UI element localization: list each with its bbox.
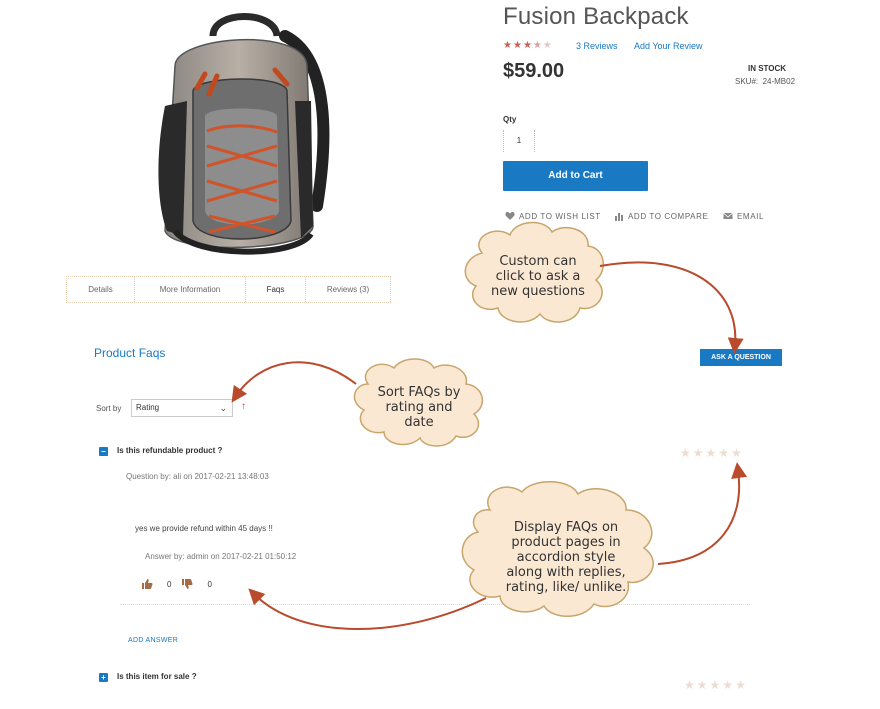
thumbs-up-icon[interactable] bbox=[141, 578, 153, 590]
callout-line: Display FAQs on bbox=[513, 520, 619, 535]
callout-line: Custom can bbox=[499, 254, 577, 269]
arrow-to-rating-stars bbox=[657, 462, 748, 565]
callout-line: along with replies, bbox=[506, 565, 626, 580]
product-rating-stars: ★ ★ ★ ★ ★ bbox=[503, 41, 552, 51]
reviews-link[interactable]: 3 Reviews bbox=[576, 41, 618, 51]
thumbs-down-icon[interactable] bbox=[181, 578, 193, 590]
callout-line: click to ask a bbox=[495, 269, 581, 284]
product-tabs: Details More Information Faqs Reviews (3… bbox=[66, 276, 391, 303]
star-icon[interactable]: ★ bbox=[693, 447, 704, 459]
callout-sort-text: Sort FAQs by rating and date bbox=[364, 385, 474, 430]
email-label: EMAIL bbox=[737, 211, 765, 221]
star-icon[interactable]: ★ bbox=[731, 447, 742, 459]
add-to-compare-link[interactable]: ADD TO COMPARE bbox=[614, 211, 708, 221]
product-sku: SKU#: 24-MB02 bbox=[735, 77, 795, 86]
callout-ask-text: Custom can click to ask a new questions bbox=[482, 254, 594, 299]
faq-question[interactable]: Is this refundable product ? bbox=[117, 446, 222, 455]
faq-question[interactable]: Is this item for sale ? bbox=[117, 672, 197, 681]
product-price: $59.00 bbox=[503, 60, 565, 82]
arrow-to-sort-select bbox=[231, 361, 357, 403]
star-icon: ★ bbox=[512, 40, 522, 51]
wishlist-label: ADD TO WISH LIST bbox=[519, 211, 601, 221]
star-icon: ★ bbox=[542, 40, 552, 51]
faq-collapse-toggle[interactable]: − bbox=[99, 447, 108, 456]
ask-question-button[interactable]: ASK A QUESTION bbox=[700, 349, 782, 366]
callout-line: rating, like/ unlike. bbox=[505, 580, 627, 595]
bar-chart-icon bbox=[615, 213, 623, 221]
sort-label: Sort by bbox=[96, 404, 122, 413]
arrow-to-ask-button bbox=[599, 261, 744, 354]
sort-select[interactable]: Rating ⌄ bbox=[131, 399, 233, 417]
faq-divider bbox=[120, 604, 750, 605]
question-meta: Question by: ali on 2017-02-21 13:48:03 bbox=[126, 472, 269, 481]
chevron-down-icon: ⌄ bbox=[219, 403, 227, 413]
star-icon[interactable]: ★ bbox=[684, 679, 695, 691]
star-icon[interactable]: ★ bbox=[697, 679, 708, 691]
star-icon[interactable]: ★ bbox=[722, 679, 733, 691]
sort-select-value: Rating bbox=[136, 403, 160, 412]
arrow-to-like-row bbox=[248, 588, 487, 630]
callout-line: new questions bbox=[491, 284, 585, 299]
add-answer-link[interactable]: ADD ANSWER bbox=[128, 637, 178, 644]
star-icon[interactable]: ★ bbox=[735, 679, 746, 691]
heart-icon bbox=[505, 211, 515, 220]
product-title: Fusion Backpack bbox=[503, 3, 689, 30]
star-icon: ★ bbox=[532, 40, 542, 51]
stock-status: IN STOCK bbox=[748, 64, 787, 73]
star-icon[interactable]: ★ bbox=[706, 447, 717, 459]
email-link[interactable]: EMAIL bbox=[723, 211, 764, 221]
callout-line: Sort FAQs by bbox=[377, 385, 461, 400]
add-to-wishlist-link[interactable]: ADD TO WISH LIST bbox=[505, 211, 601, 221]
callout-line: accordion style bbox=[516, 550, 616, 565]
faq-rating-stars[interactable]: ★ ★ ★ ★ ★ bbox=[684, 679, 746, 691]
star-icon[interactable]: ★ bbox=[710, 679, 721, 691]
like-dislike-row: 0 0 bbox=[141, 578, 212, 590]
arrow-up-icon[interactable]: ↑ bbox=[241, 401, 246, 412]
add-review-link[interactable]: Add Your Review bbox=[634, 41, 703, 51]
star-icon[interactable]: ★ bbox=[718, 447, 729, 459]
compare-label: ADD TO COMPARE bbox=[628, 211, 709, 221]
qty-label: Qty bbox=[503, 115, 517, 124]
dislike-count: 0 bbox=[207, 579, 212, 589]
callout-display-text: Display FAQs on product pages in accordi… bbox=[486, 520, 646, 595]
qty-input[interactable]: 1 bbox=[503, 130, 535, 152]
star-icon: ★ bbox=[522, 40, 532, 51]
tab-details[interactable]: Details bbox=[67, 277, 135, 302]
faq-rating-stars[interactable]: ★ ★ ★ ★ ★ bbox=[680, 447, 742, 459]
star-icon[interactable]: ★ bbox=[680, 447, 691, 459]
envelope-icon bbox=[723, 212, 733, 219]
answer-meta: Answer by: admin on 2017-02-21 01:50:12 bbox=[145, 552, 297, 561]
faq-heading: Product Faqs bbox=[94, 346, 166, 360]
tab-more-information[interactable]: More Information bbox=[135, 277, 246, 302]
tab-faqs[interactable]: Faqs bbox=[246, 277, 306, 302]
callout-line: rating and bbox=[385, 400, 453, 415]
backpack-product-image bbox=[158, 13, 330, 255]
star-icon: ★ bbox=[503, 40, 512, 51]
callout-line: product pages in bbox=[511, 535, 621, 550]
like-count: 0 bbox=[167, 579, 172, 589]
callout-line: date bbox=[404, 415, 434, 430]
add-to-cart-button[interactable]: Add to Cart bbox=[503, 161, 648, 191]
sku-label: SKU#: bbox=[735, 77, 759, 86]
tab-reviews[interactable]: Reviews (3) bbox=[306, 277, 391, 302]
sku-value: 24-MB02 bbox=[762, 77, 796, 86]
faq-expand-toggle[interactable]: + bbox=[99, 673, 108, 682]
answer-text: yes we provide refund within 45 days !! bbox=[135, 524, 273, 533]
